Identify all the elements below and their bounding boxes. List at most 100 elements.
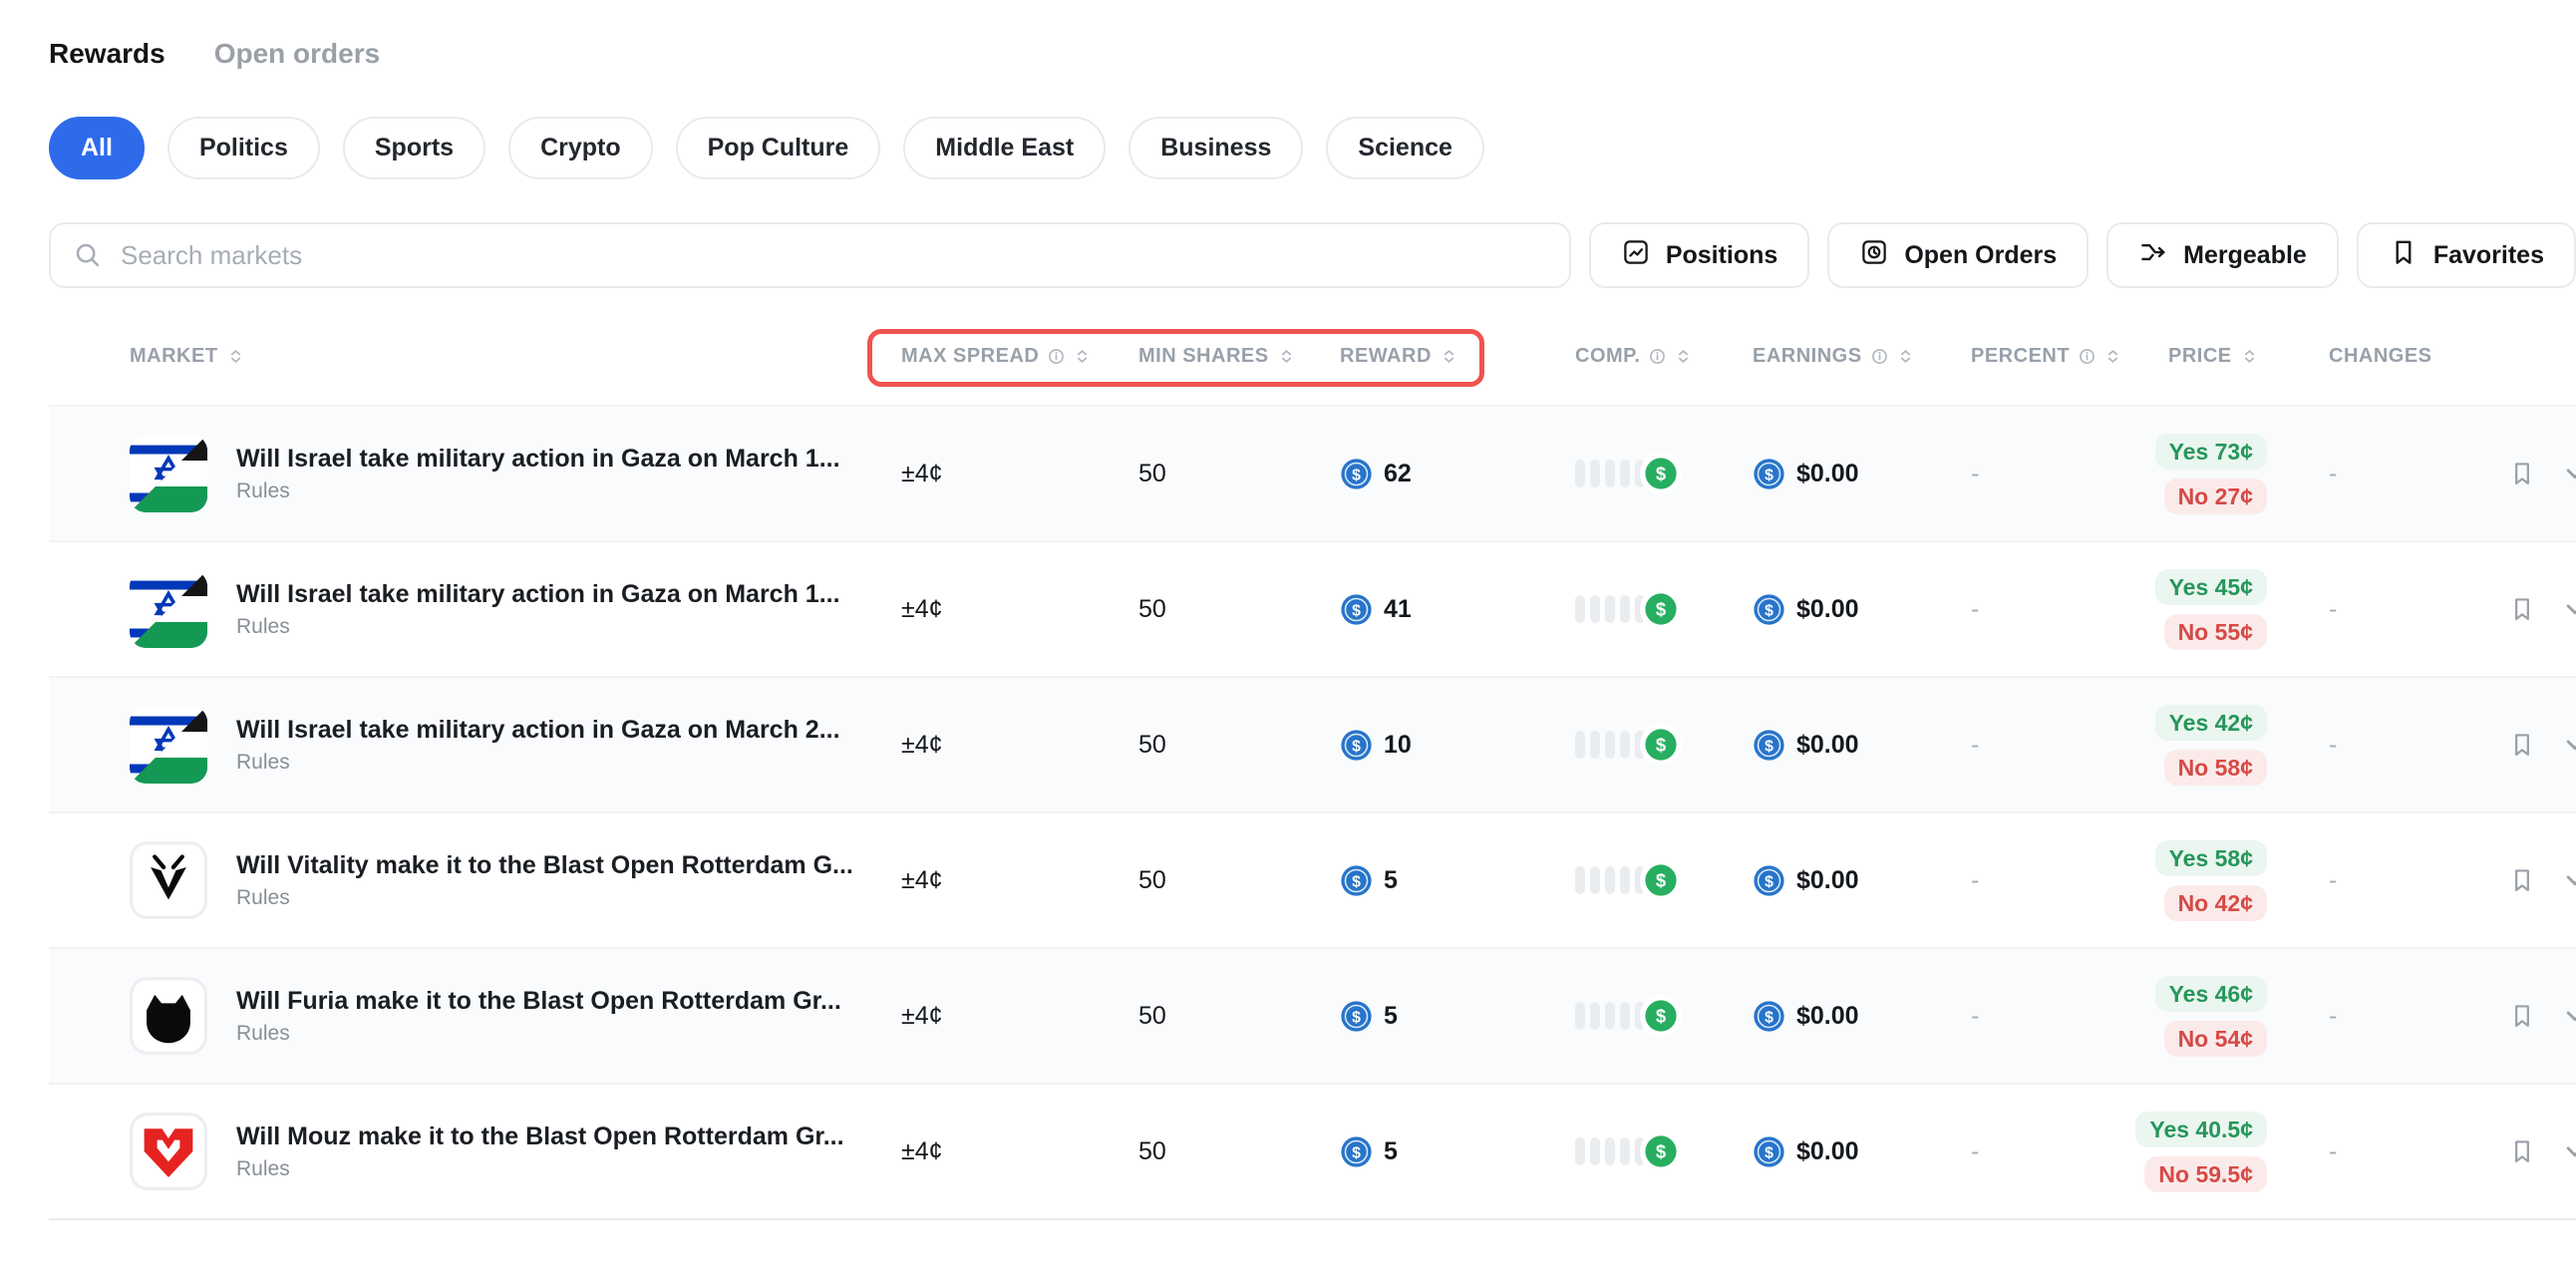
column-header-max-spread[interactable]: MAX SPREAD: [901, 345, 1138, 368]
sort-icon: [2241, 348, 2258, 365]
min-shares-value: 50: [1138, 595, 1340, 624]
chevron-down-icon[interactable]: [2560, 1001, 2576, 1031]
table-row[interactable]: Will Furia make it to the Blast Open Rot…: [49, 947, 2576, 1083]
chevron-down-icon[interactable]: [2560, 730, 2576, 760]
column-header-reward[interactable]: REWARD: [1340, 345, 1575, 368]
market-cell: Will Israel take military action in Gaza…: [130, 706, 901, 784]
yes-price-pill[interactable]: Yes 42¢: [2155, 705, 2267, 741]
max-spread-value: ±4¢: [901, 866, 1138, 895]
bookmark-icon[interactable]: [2508, 731, 2536, 759]
market-title[interactable]: Will Vitality make it to the Blast Open …: [236, 850, 853, 881]
sort-icon: [1278, 348, 1295, 365]
favorites-button[interactable]: Favorites: [2357, 222, 2576, 288]
market-title[interactable]: Will Israel take military action in Gaza…: [236, 715, 840, 746]
yes-price-pill[interactable]: Yes 40.5¢: [2135, 1112, 2267, 1147]
chevron-down-icon[interactable]: [2560, 865, 2576, 895]
info-icon: [1871, 348, 1888, 365]
usdc-coin-icon: $: [1340, 458, 1373, 490]
rules-link[interactable]: Rules: [236, 886, 290, 910]
svg-text:$: $: [1656, 1006, 1666, 1027]
top-tabs: Rewards Open orders: [49, 38, 2576, 70]
market-cell: Will Israel take military action in Gaza…: [130, 435, 901, 512]
open-orders-button[interactable]: Open Orders: [1827, 222, 2089, 288]
rules-link[interactable]: Rules: [236, 1022, 290, 1046]
table-row[interactable]: Will Mouz make it to the Blast Open Rott…: [49, 1083, 2576, 1218]
no-price-pill[interactable]: No 55¢: [2164, 614, 2267, 650]
filter-business[interactable]: Business: [1128, 117, 1303, 179]
yes-price-pill[interactable]: Yes 45¢: [2155, 569, 2267, 605]
market-cell: Will Vitality make it to the Blast Open …: [130, 841, 901, 919]
svg-text:$: $: [1352, 602, 1361, 619]
filter-all[interactable]: All: [49, 117, 145, 179]
market-cell: Will Israel take military action in Gaza…: [130, 570, 901, 648]
market-title[interactable]: Will Israel take military action in Gaza…: [236, 444, 840, 475]
no-price-pill[interactable]: No 42¢: [2164, 885, 2267, 921]
completion-meter: $: [1575, 1130, 1753, 1172]
earnings-value: $0.00: [1796, 1137, 1859, 1166]
changes-value: -: [2292, 866, 2471, 895]
tab-open-orders[interactable]: Open orders: [214, 38, 380, 70]
bookmark-icon[interactable]: [2508, 460, 2536, 487]
filter-crypto[interactable]: Crypto: [508, 117, 653, 179]
mergeable-button[interactable]: Mergeable: [2106, 222, 2339, 288]
market-title[interactable]: Will Israel take military action in Gaza…: [236, 579, 840, 610]
filter-science[interactable]: Science: [1326, 117, 1484, 179]
rules-link[interactable]: Rules: [236, 1157, 290, 1181]
filter-pop-culture[interactable]: Pop Culture: [676, 117, 881, 179]
reward-cell: $ 5: [1340, 1135, 1575, 1168]
chevron-down-icon[interactable]: [2560, 459, 2576, 488]
yes-price-pill[interactable]: Yes 58¢: [2155, 840, 2267, 876]
green-dollar-icon: $: [1640, 453, 1682, 494]
tab-rewards[interactable]: Rewards: [49, 38, 165, 70]
price-cell: Yes 46¢ No 54¢: [2140, 976, 2292, 1057]
positions-button[interactable]: Positions: [1589, 222, 1810, 288]
chevron-down-icon[interactable]: [2560, 594, 2576, 624]
table-row[interactable]: Will Israel take military action in Gaza…: [49, 540, 2576, 676]
no-price-pill[interactable]: No 54¢: [2164, 1021, 2267, 1057]
mergeable-label: Mergeable: [2183, 241, 2307, 270]
merge-icon: [2138, 237, 2168, 274]
toolbar: Positions Open Orders Mergeable Favorite…: [49, 222, 2576, 288]
filter-politics[interactable]: Politics: [167, 117, 320, 179]
completion-meter: $: [1575, 859, 1753, 901]
no-price-pill[interactable]: No 27¢: [2164, 479, 2267, 514]
min-shares-value: 50: [1138, 866, 1340, 895]
rules-link[interactable]: Rules: [236, 751, 290, 775]
column-header-min-shares[interactable]: MIN SHARES: [1138, 345, 1340, 368]
usdc-coin-icon: $: [1753, 729, 1785, 762]
column-header-price[interactable]: PRICE: [2140, 345, 2292, 368]
bookmark-icon[interactable]: [2508, 866, 2536, 894]
bookmark-icon[interactable]: [2508, 1137, 2536, 1165]
chevron-down-icon[interactable]: [2560, 1136, 2576, 1166]
column-header-comp[interactable]: COMP.: [1575, 345, 1753, 368]
filter-middle-east[interactable]: Middle East: [903, 117, 1106, 179]
rules-link[interactable]: Rules: [236, 615, 290, 639]
column-header-percent[interactable]: PERCENT: [1971, 345, 2140, 368]
max-spread-value: ±4¢: [901, 460, 1138, 488]
rules-link[interactable]: Rules: [236, 480, 290, 503]
table-row[interactable]: Will Vitality make it to the Blast Open …: [49, 811, 2576, 947]
table-row[interactable]: Will Israel take military action in Gaza…: [49, 405, 2576, 540]
no-price-pill[interactable]: No 58¢: [2164, 750, 2267, 786]
market-title[interactable]: Will Mouz make it to the Blast Open Rott…: [236, 1121, 844, 1152]
filter-sports[interactable]: Sports: [343, 117, 485, 179]
reward-cell: $ 62: [1340, 458, 1575, 490]
search-input[interactable]: [49, 222, 1571, 288]
green-dollar-icon: $: [1640, 588, 1682, 630]
column-header-market[interactable]: MARKET: [130, 345, 901, 368]
bookmark-icon[interactable]: [2508, 1002, 2536, 1030]
column-header-earnings[interactable]: EARNINGS: [1753, 345, 1971, 368]
usdc-coin-icon: $: [1753, 458, 1785, 490]
yes-price-pill[interactable]: Yes 73¢: [2155, 434, 2267, 470]
sort-icon: [1675, 348, 1692, 365]
green-dollar-icon: $: [1640, 1130, 1682, 1172]
favorites-label: Favorites: [2433, 241, 2544, 270]
usdc-coin-icon: $: [1340, 864, 1373, 897]
bookmark-icon[interactable]: [2508, 595, 2536, 623]
no-price-pill[interactable]: No 59.5¢: [2144, 1156, 2267, 1192]
market-title[interactable]: Will Furia make it to the Blast Open Rot…: [236, 986, 841, 1017]
category-filters: All Politics Sports Crypto Pop Culture M…: [49, 117, 2576, 179]
row-actions: [2471, 730, 2576, 760]
table-row[interactable]: Will Israel take military action in Gaza…: [49, 676, 2576, 811]
yes-price-pill[interactable]: Yes 46¢: [2155, 976, 2267, 1012]
